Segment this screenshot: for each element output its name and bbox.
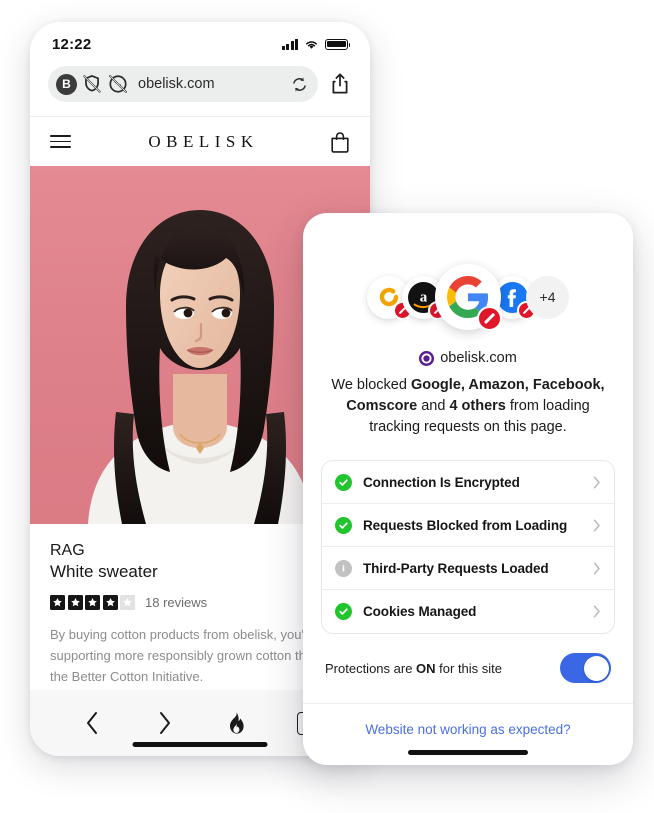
privacy-status-list: Connection Is Encrypted Requests Blocked… bbox=[321, 460, 615, 634]
chevron-right-icon bbox=[159, 712, 170, 734]
status-bar: 12:22 bbox=[30, 22, 370, 60]
list-item-label: Cookies Managed bbox=[363, 604, 477, 619]
list-item[interactable]: Third-Party Requests Loaded bbox=[322, 547, 614, 590]
star-filled-icon bbox=[85, 595, 100, 610]
tracker-google[interactable] bbox=[435, 264, 502, 331]
protections-state: ON bbox=[416, 660, 436, 676]
site-header: OBELISK bbox=[30, 116, 370, 166]
protections-toggle[interactable] bbox=[560, 653, 611, 683]
list-item-label: Connection Is Encrypted bbox=[363, 474, 520, 490]
protections-label: Protections are ON for this site bbox=[325, 661, 502, 676]
obelisk-favicon-icon bbox=[419, 350, 435, 366]
list-item[interactable]: Connection Is Encrypted bbox=[322, 461, 614, 504]
popup-home-indicator bbox=[408, 750, 528, 755]
review-count[interactable]: 18 reviews bbox=[145, 595, 207, 610]
wifi-icon bbox=[306, 40, 317, 49]
popup-site-row: obelisk.com bbox=[303, 350, 633, 366]
clear-data-fire-button[interactable] bbox=[200, 711, 272, 735]
chevron-right-icon bbox=[593, 562, 600, 574]
forward-button[interactable] bbox=[128, 710, 200, 736]
check-circle-icon bbox=[335, 516, 352, 534]
list-item[interactable]: Requests Blocked from Loading bbox=[322, 504, 614, 547]
summary-lead: We blocked bbox=[331, 377, 411, 393]
info-circle-icon bbox=[335, 559, 352, 577]
protections-suffix: for this site bbox=[435, 660, 503, 676]
star-filled-icon bbox=[102, 595, 118, 610]
phone-home-indicator bbox=[132, 742, 268, 747]
screenshot-stage: 12:22 B obelisk.com OBELISK RAG White sw… bbox=[0, 0, 654, 813]
url-text[interactable]: obelisk.com bbox=[138, 76, 282, 92]
star-filled-icon bbox=[50, 595, 65, 610]
fire-icon bbox=[230, 712, 244, 734]
chevron-right-icon bbox=[593, 519, 600, 531]
summary-others: 4 others bbox=[449, 398, 506, 414]
shopping-bag-icon[interactable] bbox=[330, 131, 350, 153]
cookies-blocked-icon[interactable] bbox=[107, 73, 129, 95]
tracker-more-count[interactable]: +4 bbox=[526, 275, 569, 319]
check-circle-icon bbox=[335, 603, 352, 620]
blocked-badge-icon bbox=[477, 306, 502, 331]
summary-mid: and bbox=[417, 398, 450, 414]
blocked-summary-text: We blocked Google, Amazon, Facebook, Com… bbox=[327, 375, 609, 438]
star-filled-icon bbox=[67, 595, 83, 610]
reload-icon[interactable] bbox=[286, 71, 312, 97]
chevron-right-icon bbox=[593, 605, 600, 618]
chevron-right-icon bbox=[593, 476, 600, 488]
status-bar-clock: 12:22 bbox=[52, 35, 92, 53]
svg-text:a: a bbox=[420, 289, 428, 305]
url-pill[interactable]: B obelisk.com bbox=[48, 66, 318, 102]
protections-prefix: Protections are bbox=[325, 660, 417, 676]
brave-shield-icon[interactable]: B bbox=[56, 73, 77, 95]
blocked-trackers-row: a +4 bbox=[303, 213, 633, 334]
list-item-label: Requests Blocked from Loading bbox=[363, 517, 568, 533]
chevron-left-icon bbox=[86, 712, 97, 734]
report-broken-site-link[interactable]: Website not working as expected? bbox=[365, 722, 570, 737]
star-empty-icon bbox=[120, 595, 135, 610]
battery-icon bbox=[325, 38, 351, 50]
popup-footer: Website not working as expected? bbox=[303, 703, 633, 739]
site-wordmark: OBELISK bbox=[148, 131, 259, 151]
back-button[interactable] bbox=[56, 710, 128, 736]
cellular-signal-icon bbox=[281, 38, 298, 50]
browser-address-bar: B obelisk.com bbox=[30, 60, 370, 116]
share-icon[interactable] bbox=[328, 71, 352, 97]
status-bar-indicators bbox=[281, 38, 351, 50]
list-item[interactable]: Cookies Managed bbox=[322, 590, 614, 633]
hamburger-menu-icon[interactable] bbox=[50, 135, 71, 148]
popup-site-domain: obelisk.com bbox=[440, 350, 517, 366]
scripts-blocked-icon[interactable] bbox=[81, 73, 103, 95]
protections-row: Protections are ON for this site bbox=[303, 634, 633, 703]
privacy-dashboard-popup: a +4 obelisk.com We blocked Google, Amaz… bbox=[303, 213, 633, 765]
check-circle-icon bbox=[335, 473, 352, 491]
star-rating bbox=[50, 595, 135, 610]
list-item-label: Third-Party Requests Loaded bbox=[363, 560, 549, 576]
